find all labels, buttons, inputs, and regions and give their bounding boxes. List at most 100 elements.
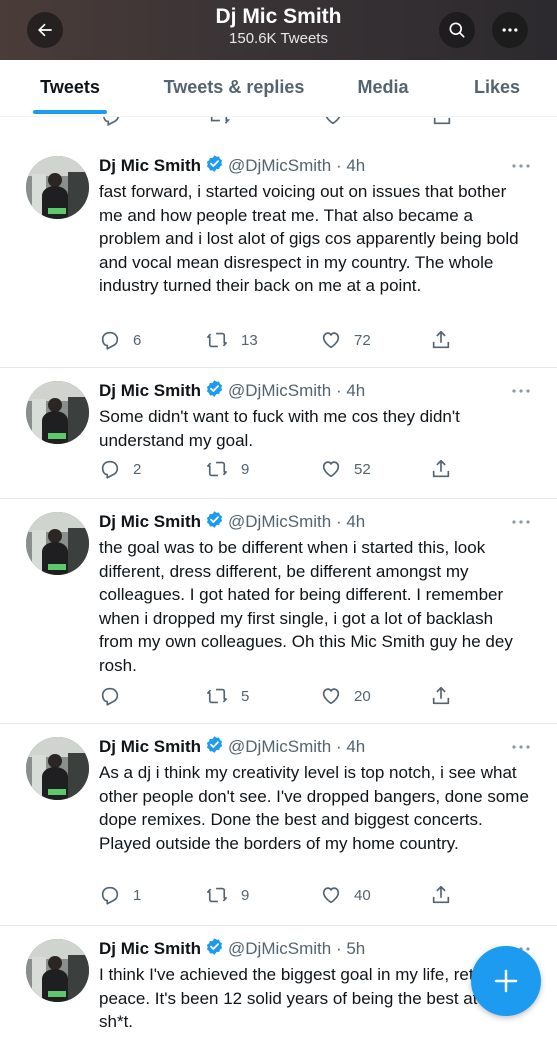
retweet-icon[interactable] xyxy=(208,117,230,127)
more-horizontal-icon xyxy=(512,164,530,168)
compose-tweet-button[interactable] xyxy=(471,946,541,1016)
retweet-icon xyxy=(207,332,227,348)
reply-count: 2 xyxy=(133,460,142,478)
like-button[interactable]: 20 xyxy=(320,684,371,708)
like-count: 40 xyxy=(354,886,371,904)
heart-icon xyxy=(322,688,340,705)
like-count: 52 xyxy=(354,460,371,478)
author-name[interactable]: Dj Mic Smith xyxy=(99,939,201,958)
retweet-button[interactable]: 9 xyxy=(205,457,249,481)
like-count: 72 xyxy=(354,331,371,349)
avatar[interactable] xyxy=(26,381,89,444)
more-options-button[interactable] xyxy=(492,12,528,48)
author-handle[interactable]: @DjMicSmith xyxy=(228,512,331,531)
retweet-count: 13 xyxy=(241,331,258,349)
share-icon[interactable] xyxy=(431,117,453,127)
share-button[interactable] xyxy=(430,883,464,907)
share-icon xyxy=(432,459,450,478)
verified-badge-icon xyxy=(206,511,223,528)
heart-icon xyxy=(322,887,340,904)
separator-dot: · xyxy=(331,156,347,175)
tweet-header: Dj Mic Smith @DjMicSmith · 4h xyxy=(99,379,365,401)
tab-likes[interactable]: Likes xyxy=(460,60,534,116)
retweet-button[interactable]: 5 xyxy=(205,684,249,708)
tweet-more-button[interactable] xyxy=(511,154,531,175)
author-handle[interactable]: @DjMicSmith xyxy=(228,381,331,400)
reply-button[interactable] xyxy=(99,684,133,708)
tweet-more-button[interactable] xyxy=(511,510,531,531)
share-button[interactable] xyxy=(430,684,464,708)
tweet-header: Dj Mic Smith @DjMicSmith · 4h xyxy=(99,735,365,757)
reply-button[interactable]: 1 xyxy=(99,883,141,907)
reply-button[interactable]: 2 xyxy=(99,457,141,481)
author-handle[interactable]: @DjMicSmith xyxy=(228,156,331,175)
like-button[interactable]: 40 xyxy=(320,883,371,907)
reply-count: 1 xyxy=(133,886,142,904)
reply-button[interactable]: 6 xyxy=(99,328,141,352)
tab-tweets-and-replies[interactable]: Tweets & replies xyxy=(150,60,318,116)
author-name[interactable]: Dj Mic Smith xyxy=(99,512,201,531)
share-icon xyxy=(432,330,450,349)
heart-icon xyxy=(322,461,340,478)
tweet-actions: 6 13 72 xyxy=(99,328,459,352)
share-icon xyxy=(432,686,450,705)
separator-dot: · xyxy=(331,737,347,756)
reply-count: 6 xyxy=(133,331,142,349)
tweet-header: Dj Mic Smith @DjMicSmith · 4h xyxy=(99,154,365,176)
search-button[interactable] xyxy=(439,12,475,48)
reply-icon xyxy=(101,460,119,479)
tweet-text: I think I've achieved the biggest goal i… xyxy=(99,965,511,1031)
previous-tweet-actions xyxy=(0,117,557,127)
reply-icon[interactable] xyxy=(100,117,122,127)
author-handle[interactable]: @DjMicSmith xyxy=(228,939,331,958)
tweet-text: the goal was to be different when i star… xyxy=(99,538,513,675)
author-name[interactable]: Dj Mic Smith xyxy=(99,156,201,175)
retweet-button[interactable]: 13 xyxy=(205,328,258,352)
tweet-more-button[interactable] xyxy=(511,735,531,756)
share-button[interactable] xyxy=(430,457,464,481)
profile-photo-icon xyxy=(26,381,89,444)
retweet-button[interactable]: 9 xyxy=(205,883,249,907)
retweet-icon xyxy=(207,461,227,477)
author-name[interactable]: Dj Mic Smith xyxy=(99,381,201,400)
tweet[interactable]: Dj Mic Smith @DjMicSmith · 4h Some didn't … xyxy=(0,367,557,499)
search-icon xyxy=(449,22,465,38)
profile-photo-icon xyxy=(26,737,89,800)
heart-icon[interactable] xyxy=(322,117,344,127)
share-icon xyxy=(432,885,450,904)
heart-icon xyxy=(322,332,340,349)
tweet[interactable]: Dj Mic Smith @DjMicSmith · 4h As a dj i th… xyxy=(0,723,557,926)
tweet[interactable]: Dj Mic Smith @DjMicSmith · 4h the goal was… xyxy=(0,498,557,724)
like-button[interactable]: 72 xyxy=(320,328,371,352)
tweet-more-button[interactable] xyxy=(511,379,531,400)
author-handle[interactable]: @DjMicSmith xyxy=(228,737,331,756)
more-horizontal-icon xyxy=(502,28,518,32)
like-button[interactable]: 52 xyxy=(320,457,371,481)
more-horizontal-icon xyxy=(512,520,530,524)
tab-tweets[interactable]: Tweets xyxy=(20,60,120,116)
tweet-time: 4h xyxy=(346,381,366,400)
profile-header: Dj Mic Smith 150.6K Tweets xyxy=(0,0,557,60)
reply-icon xyxy=(101,687,119,706)
tweet-time: 4h xyxy=(346,512,366,531)
tweet-text: As a dj i think my creativity level is t… xyxy=(99,763,529,853)
tweet[interactable]: Dj Mic Smith @DjMicSmith · 4h fast forward… xyxy=(0,142,557,368)
tab-media[interactable]: Media xyxy=(342,60,424,116)
profile-photo-icon xyxy=(26,939,89,1002)
share-button[interactable] xyxy=(430,328,464,352)
avatar[interactable] xyxy=(26,512,89,575)
author-name[interactable]: Dj Mic Smith xyxy=(99,737,201,756)
profile-photo-icon xyxy=(26,156,89,219)
avatar[interactable] xyxy=(26,156,89,219)
retweet-count: 9 xyxy=(241,886,250,904)
retweet-icon xyxy=(207,688,227,704)
tweet-time: 5h xyxy=(346,939,366,958)
more-horizontal-icon xyxy=(512,389,530,393)
separator-dot: · xyxy=(331,381,347,400)
avatar[interactable] xyxy=(26,737,89,800)
plus-icon xyxy=(494,969,518,993)
retweet-icon xyxy=(207,887,227,903)
tweet-time: 4h xyxy=(346,156,366,175)
avatar[interactable] xyxy=(26,939,89,1002)
reply-icon xyxy=(101,886,119,905)
